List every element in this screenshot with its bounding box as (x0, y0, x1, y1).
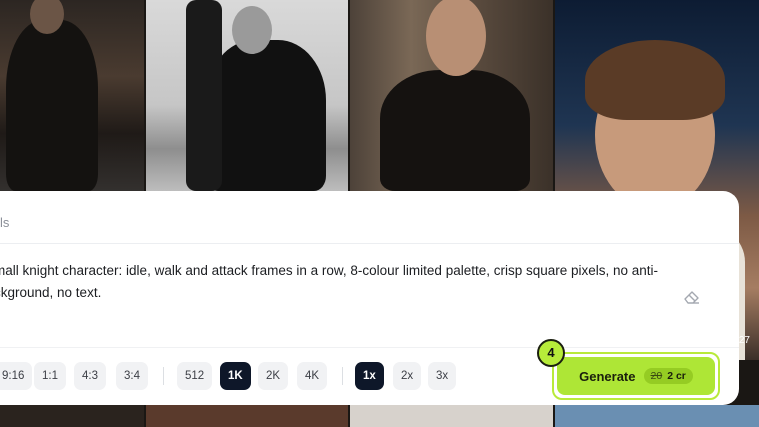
aspect-ratio-chip[interactable]: 9:16 (0, 362, 33, 390)
panel-title: ls (0, 215, 10, 230)
gallery-image[interactable] (350, 405, 553, 427)
upscale-chip[interactable]: 3x (428, 362, 457, 390)
resolution-chip[interactable]: 4K (297, 362, 328, 390)
gallery-image[interactable] (0, 405, 144, 427)
generate-label: Generate (579, 368, 636, 384)
upscale-chip-selected[interactable]: 1x (355, 362, 384, 390)
tile-count-label: 27 (738, 335, 750, 346)
current-cost: 2 cr (667, 370, 686, 382)
face-shape (426, 0, 486, 76)
resolution-chip[interactable]: 512 (177, 362, 213, 390)
gallery-image[interactable] (555, 405, 759, 427)
person-silhouette (380, 70, 530, 191)
aspect-ratio-chip[interactable]: 3:4 (116, 362, 148, 390)
horse-silhouette (186, 0, 222, 191)
generate-button-highlight: Generate 20 2 cr (552, 352, 720, 400)
resolution-chip[interactable]: 2K (258, 362, 289, 390)
cost-badge: 20 2 cr (643, 368, 693, 384)
person-silhouette (6, 20, 98, 191)
old-cost: 20 (650, 370, 663, 382)
gallery-image[interactable] (0, 0, 144, 191)
face-shape (232, 6, 272, 54)
step-number-badge: 4 (537, 339, 565, 367)
gallery-image[interactable] (146, 0, 348, 191)
divider (0, 347, 739, 348)
chip-group-separator (163, 367, 164, 385)
gallery-image[interactable] (350, 0, 553, 191)
gallery-image[interactable] (146, 405, 348, 427)
divider (0, 243, 739, 244)
person-silhouette (206, 40, 326, 191)
aspect-ratio-chip[interactable]: 4:3 (74, 362, 106, 390)
prompt-input[interactable]: mall knight character: idle, walk and at… (0, 260, 674, 304)
upscale-chip[interactable]: 2x (393, 362, 422, 390)
hair-shape (585, 40, 725, 120)
resolution-chip-selected[interactable]: 1K (220, 362, 251, 390)
aspect-ratio-chip[interactable]: 1:1 (34, 362, 66, 390)
generate-button[interactable]: Generate 20 2 cr (557, 357, 715, 395)
chip-group-separator (342, 367, 343, 385)
eraser-icon[interactable] (683, 288, 701, 304)
